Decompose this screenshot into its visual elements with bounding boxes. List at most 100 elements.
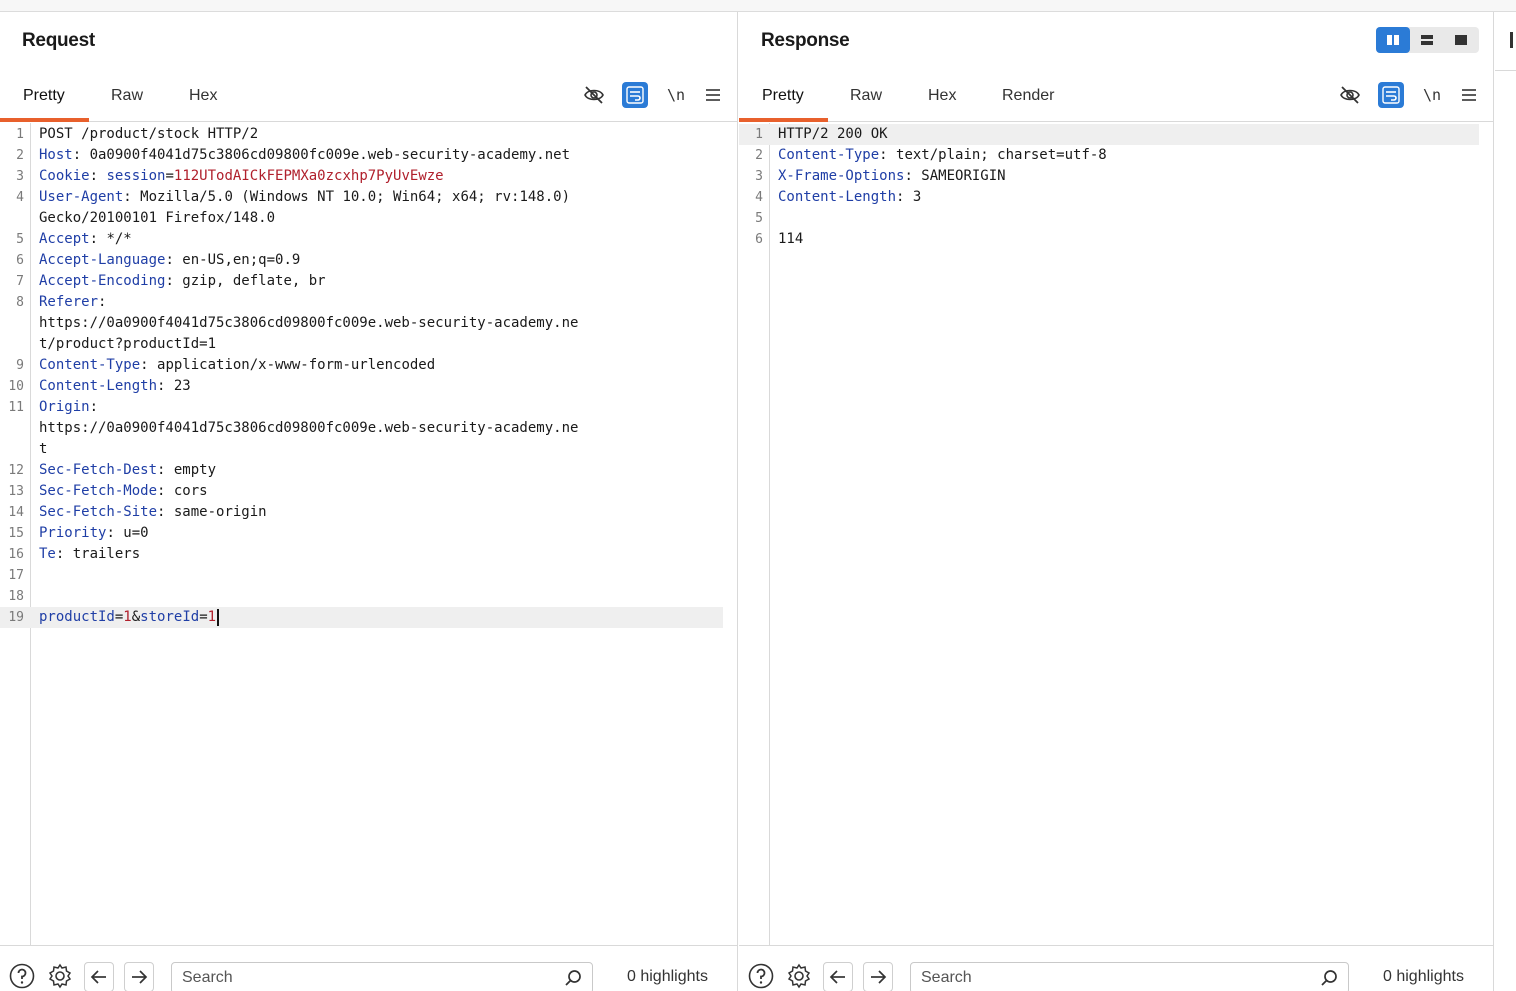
header-separator: : [140, 357, 158, 373]
help-circle-icon[interactable] [747, 962, 775, 990]
request-search-input[interactable] [182, 968, 542, 988]
code-line: 9 Content-Type: application/x-www-form-ur… [0, 355, 723, 376]
request-tab-raw[interactable]: Raw [111, 74, 143, 122]
hide-nonprintable-icon[interactable] [581, 82, 607, 108]
header-separator: : [106, 525, 124, 541]
arrow-left-icon[interactable] [823, 962, 853, 991]
header-separator: : [879, 147, 897, 163]
response-editor[interactable]: 1 HTTP/2 200 OK 2 Content-Type: text/plain;… [739, 123, 1493, 945]
line-text: Te: trailers [39, 544, 140, 565]
line-text: Sec-Fetch-Mode: cors [39, 481, 208, 502]
arrow-right-icon[interactable] [124, 962, 154, 991]
line-text: Content-Length: 3 [778, 187, 921, 208]
gear-icon[interactable] [46, 962, 74, 990]
header-value: */* [106, 231, 132, 247]
param-name: productId [39, 609, 115, 625]
param-name: storeId [140, 609, 200, 625]
code-line: https://0a0900f4041d75c3806cd09800fc009e… [0, 313, 723, 334]
line-text: Priority: u=0 [39, 523, 149, 544]
header-separator: : [896, 189, 913, 205]
newline-toggle-icon[interactable]: \n [1419, 82, 1445, 108]
header-value: cors [173, 483, 208, 499]
header-value: 3 [912, 189, 922, 205]
header-value: POST /product/stock HTTP/2 [39, 126, 259, 142]
header-name: Sec-Fetch-Mode [39, 483, 158, 499]
code-line: 6 Accept-Language: en-US,en;q=0.9 [0, 250, 723, 271]
arrow-right-icon[interactable] [863, 962, 893, 991]
code-line: 6 114 [739, 229, 1479, 250]
word-wrap-icon[interactable] [622, 82, 648, 108]
header-separator: : [89, 231, 107, 247]
response-tab-hex[interactable]: Hex [928, 74, 956, 122]
line-number: 11 [8, 400, 24, 415]
response-highlight-count: 0 highlights [1383, 968, 1464, 985]
line-text: Content-Type: application/x-www-form-url… [39, 355, 435, 376]
request-title: Request [22, 30, 95, 51]
response-tab-pretty[interactable]: Pretty [762, 74, 804, 122]
magnifier-icon[interactable] [564, 969, 582, 991]
request-panel: Request Pretty Raw Hex \n 1 POST /product… [0, 12, 738, 991]
magnifier-icon[interactable] [1320, 969, 1338, 991]
header-name: Cookie [39, 168, 90, 184]
header-separator: : [55, 546, 73, 562]
layout-tabbed-icon[interactable] [1444, 27, 1478, 53]
word-wrap-icon[interactable] [1378, 82, 1404, 108]
line-number: 4 [16, 190, 24, 205]
request-search-box[interactable] [171, 962, 593, 991]
request-editor[interactable]: 1 POST /product/stock HTTP/2 2 Host: 0a0900… [0, 123, 737, 945]
line-number: 19 [8, 610, 24, 625]
line-number: 5 [16, 232, 24, 247]
line-number: 12 [8, 463, 24, 478]
gear-icon[interactable] [785, 962, 813, 990]
line-number: 6 [755, 232, 763, 247]
code-line: 15 Priority: u=0 [0, 523, 723, 544]
request-tab-hex[interactable]: Hex [189, 74, 217, 122]
header-value: empty [173, 462, 217, 478]
arrow-left-icon[interactable] [84, 962, 114, 991]
code-line: https://0a0900f4041d75c3806cd09800fc009e… [0, 418, 723, 439]
header-value: t [39, 441, 48, 457]
header-name: Host [39, 147, 73, 163]
code-line: 19 productId=1&storeId=1 [0, 607, 723, 628]
line-text: HTTP/2 200 OK [778, 124, 888, 145]
hide-nonprintable-icon[interactable] [1337, 82, 1363, 108]
header-name: Accept [39, 231, 90, 247]
header-name: Te [39, 546, 56, 562]
code-line: 12 Sec-Fetch-Dest: empty [0, 460, 723, 481]
response-search-box[interactable] [910, 962, 1349, 991]
header-name: Content-Length [778, 189, 897, 205]
code-line: 11 Origin: [0, 397, 723, 418]
line-text: POST /product/stock HTTP/2 [39, 124, 258, 145]
header-value: u=0 [123, 525, 149, 541]
line-text: t [39, 439, 47, 460]
header-value: trailers [72, 546, 141, 562]
sidebar-edge-marker [1510, 32, 1513, 48]
header-name: Priority [39, 525, 107, 541]
layout-split-vertical-icon[interactable] [1410, 27, 1444, 53]
response-search-input[interactable] [921, 968, 1281, 988]
line-text: productId=1&storeId=1 [39, 607, 220, 628]
sidebar-divider [1495, 70, 1516, 71]
header-name: User-Agent [39, 189, 124, 205]
header-value: en-US,en;q=0.9 [182, 252, 301, 268]
hamburger-menu-icon[interactable] [1456, 82, 1482, 108]
newline-toggle-icon[interactable]: \n [663, 82, 689, 108]
param-value: 1 [207, 609, 217, 625]
request-highlight-count: 0 highlights [627, 968, 708, 985]
code-line: 10 Content-Length: 23 [0, 376, 723, 397]
line-number: 9 [16, 358, 24, 373]
line-text: https://0a0900f4041d75c3806cd09800fc009e… [39, 313, 578, 334]
text-caret [217, 608, 220, 626]
help-circle-icon[interactable] [8, 962, 36, 990]
header-separator: : [157, 483, 174, 499]
response-tab-raw[interactable]: Raw [850, 74, 882, 122]
request-tab-pretty[interactable]: Pretty [23, 74, 65, 122]
layout-split-horizontal-icon[interactable] [1376, 27, 1410, 53]
response-tab-render[interactable]: Render [1002, 74, 1054, 122]
header-value: Mozilla/5.0 (Windows NT 10.0; Win64; x64… [140, 189, 571, 205]
hamburger-menu-icon[interactable] [700, 82, 726, 108]
header-value: same-origin [173, 504, 267, 520]
line-number: 2 [16, 148, 24, 163]
header-value: application/x-www-form-urlencoded [157, 357, 436, 373]
line-number: 8 [16, 295, 24, 310]
